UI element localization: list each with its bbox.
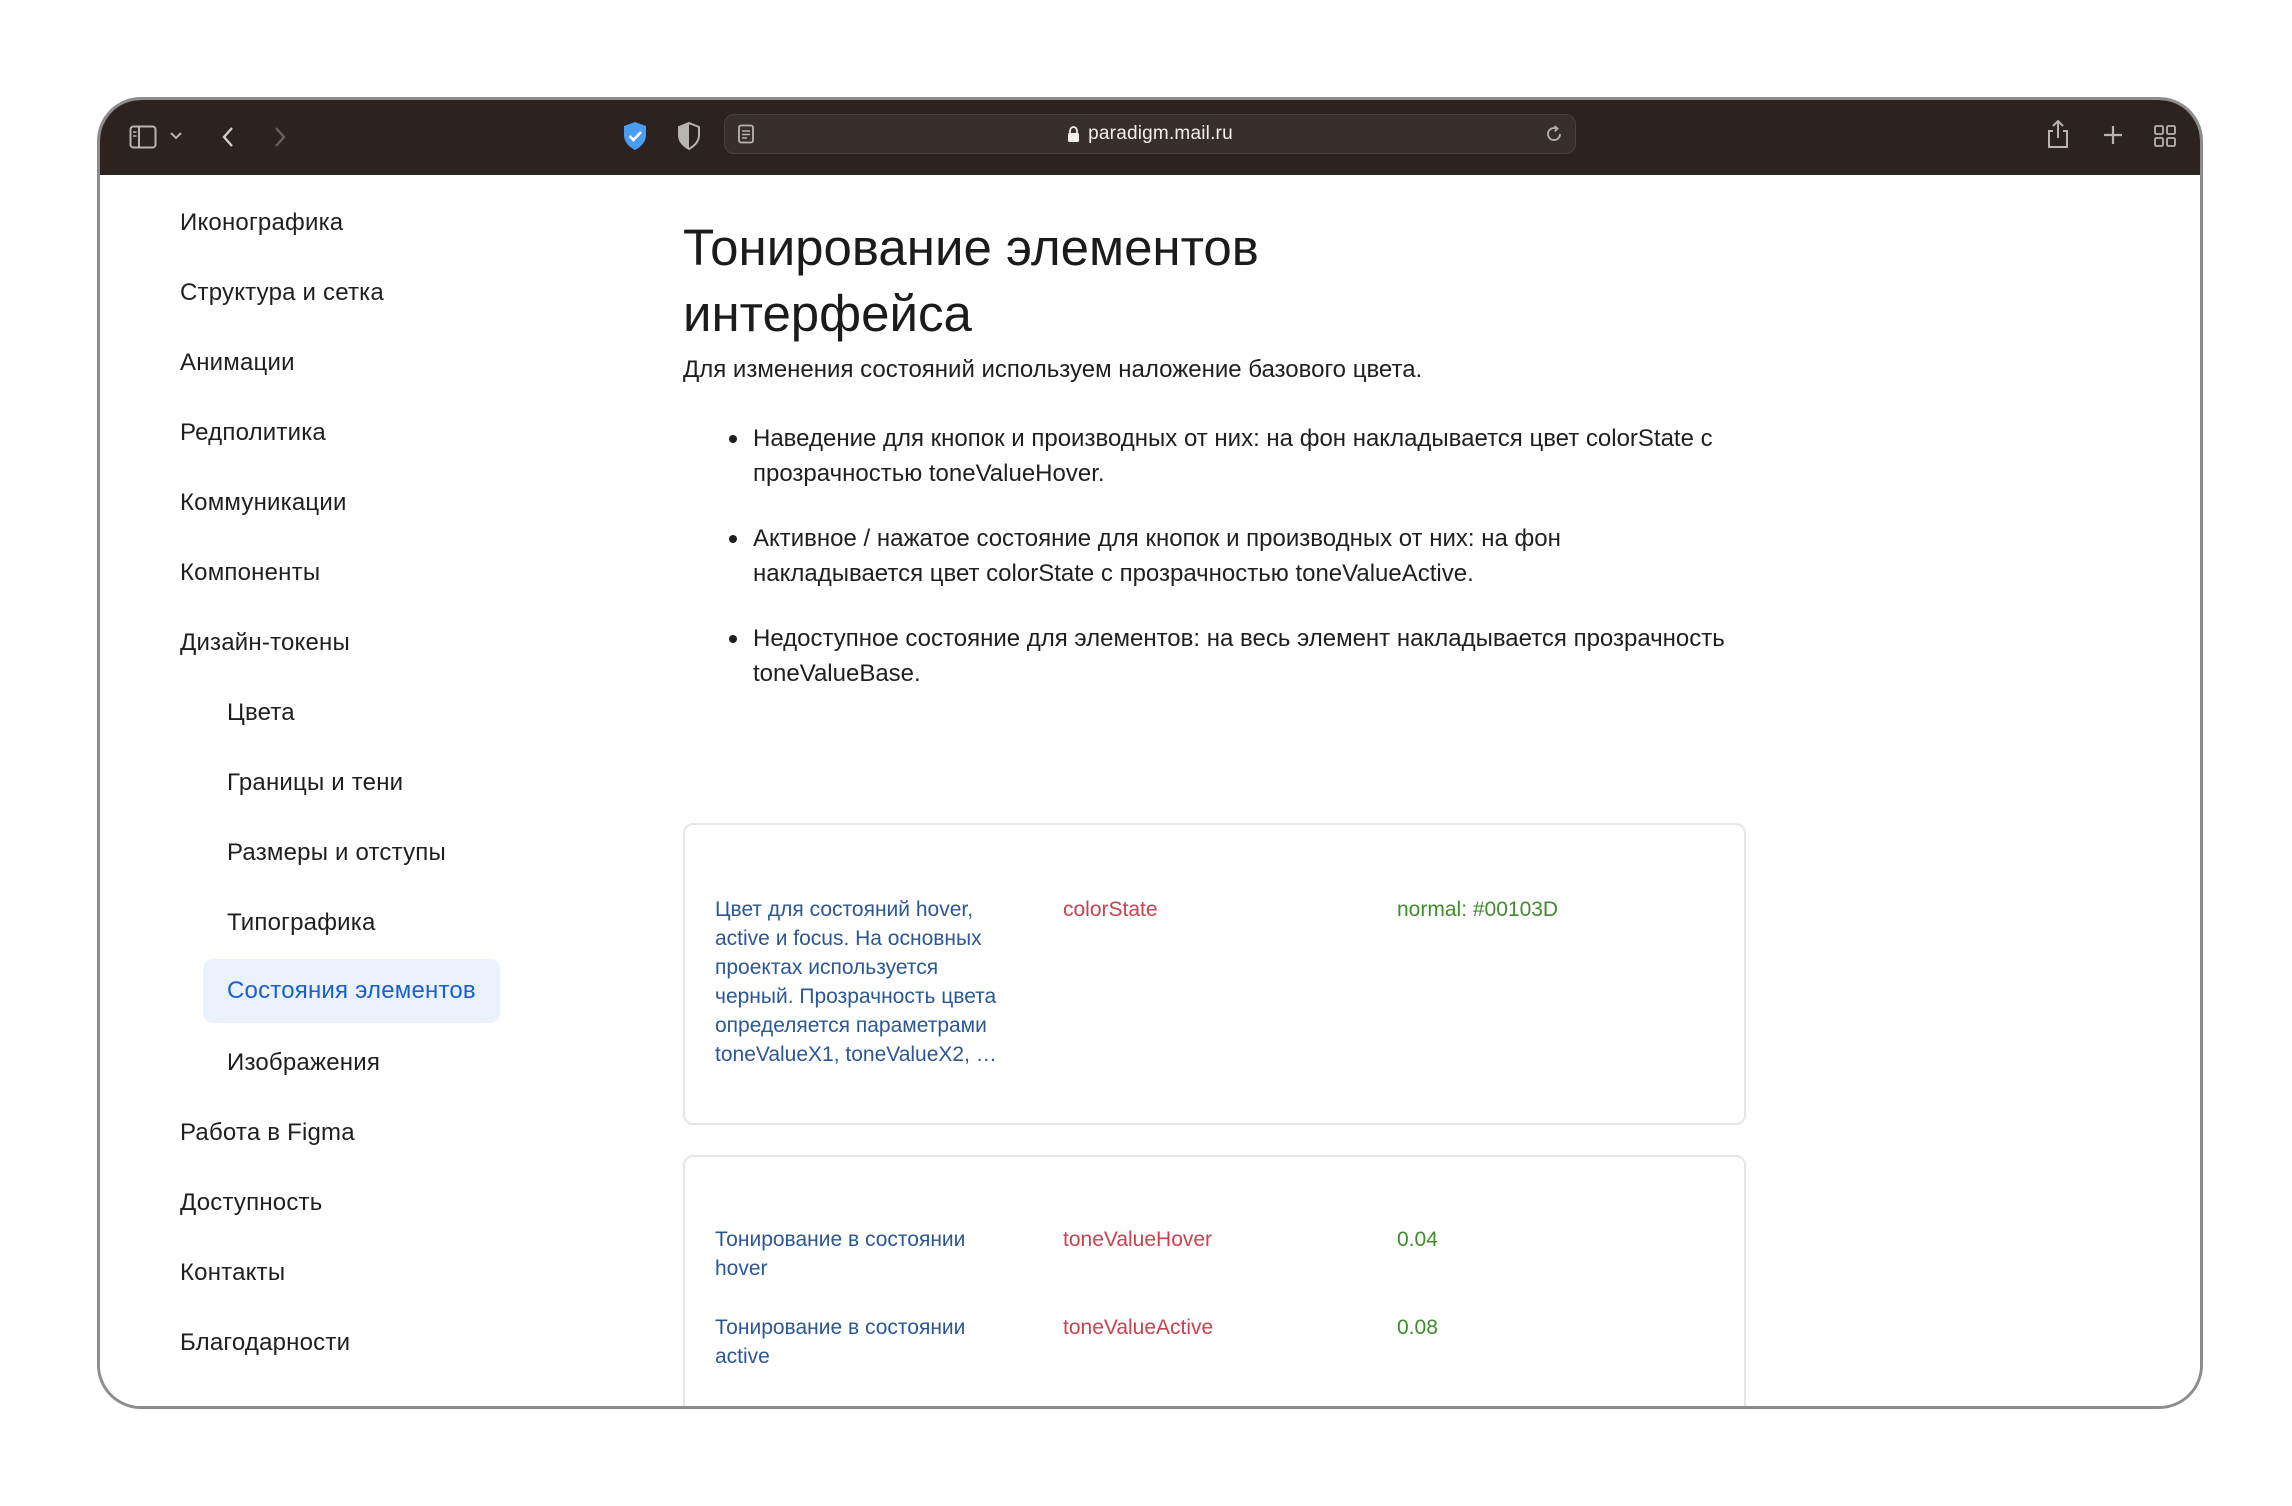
browser-toolbar: paradigm.mail.ru [100, 100, 2200, 175]
sidebar-item-design-tokens[interactable]: Дизайн-токены [180, 629, 350, 657]
token-value: 0.08 [1397, 1401, 1697, 1406]
page-title: Тонирование элементов интерфейса [683, 219, 1259, 342]
token-description: Тонирование в состоянии focus [715, 1401, 1015, 1406]
sidebar-item-figma[interactable]: Работа в Figma [180, 1119, 355, 1147]
token-value: 0.08 [1397, 1316, 1438, 1339]
chevron-down-icon[interactable] [168, 128, 184, 144]
sidebar-item-images[interactable]: Изображения [227, 1049, 380, 1077]
sidebar-item-accessibility[interactable]: Доступность [180, 1189, 322, 1217]
sidebar-item-structure-grid[interactable]: Структура и сетка [180, 279, 384, 307]
tab-overview-icon[interactable] [2151, 122, 2179, 150]
token-name: toneValueHover [1063, 1228, 1213, 1251]
sidebar-toggle-icon[interactable] [128, 123, 158, 151]
sidebar-item-sizes-spacing[interactable]: Размеры и отступы [227, 839, 446, 867]
address-bar[interactable]: paradigm.mail.ru [724, 114, 1576, 154]
back-icon[interactable] [218, 122, 238, 152]
token-description: Тонирование в состоянии active [715, 1316, 966, 1368]
token-description: Тонирование в состоянии hover [715, 1228, 966, 1280]
token-name: toneValueActive [1063, 1316, 1214, 1339]
bullet-hover: Наведение для кнопок и производных от ни… [729, 421, 1733, 491]
sidebar-item-borders-shadows[interactable]: Границы и тени [227, 769, 403, 797]
forward-icon[interactable] [270, 122, 290, 152]
url-display[interactable]: paradigm.mail.ru [725, 115, 1575, 153]
sidebar-item-colors[interactable]: Цвета [227, 699, 295, 727]
token-card-tone-values: Тонирование в состоянии hover toneValueH… [683, 1155, 1746, 1406]
state-bullet-list: Наведение для кнопок и производных от ни… [683, 421, 1733, 721]
sidebar-item-iconography[interactable]: Иконографика [180, 209, 343, 237]
sidebar-item-components[interactable]: Компоненты [180, 559, 320, 587]
new-tab-icon[interactable] [2100, 122, 2126, 148]
token-value: normal: #00103D [1397, 898, 1559, 921]
sidebar-item-acknowledgements[interactable]: Благодарности [180, 1329, 350, 1357]
token-card-color-state: Цвет для состояний hover, active и focus… [683, 823, 1746, 1125]
url-text: paradigm.mail.ru [1088, 123, 1233, 144]
sidebar-item-element-states[interactable]: Состояния элементов [203, 959, 500, 1023]
sidebar-item-typography[interactable]: Типографика [227, 909, 376, 937]
token-name: toneValueFocus [1063, 1401, 1363, 1406]
token-description: Цвет для состояний hover, active и focus… [715, 898, 997, 1066]
bullet-active: Активное / нажатое состояние для кнопок … [729, 521, 1733, 591]
reload-icon[interactable] [1543, 123, 1565, 145]
browser-window: paradigm.mail.ru Иконографика Структура … [97, 97, 2203, 1409]
share-icon[interactable] [2045, 117, 2071, 151]
token-name: colorState [1063, 898, 1158, 921]
bullet-disabled: Недоступное состояние для элементов: на … [729, 621, 1733, 691]
lock-icon [1067, 125, 1080, 143]
sidebar-item-editorial-policy[interactable]: Редполитика [180, 419, 326, 447]
sidebar-item-animations[interactable]: Анимации [180, 349, 295, 377]
token-value: 0.04 [1397, 1228, 1438, 1251]
shield-check-icon[interactable] [621, 120, 649, 152]
intro-text: Для изменения состояний используем налож… [683, 356, 1423, 383]
sidebar-item-contacts[interactable]: Контакты [180, 1259, 285, 1287]
sidebar-item-communications[interactable]: Коммуникации [180, 489, 347, 517]
web-page: Иконографика Структура и сетка Анимации … [100, 175, 2200, 1406]
privacy-shield-icon[interactable] [676, 121, 702, 151]
